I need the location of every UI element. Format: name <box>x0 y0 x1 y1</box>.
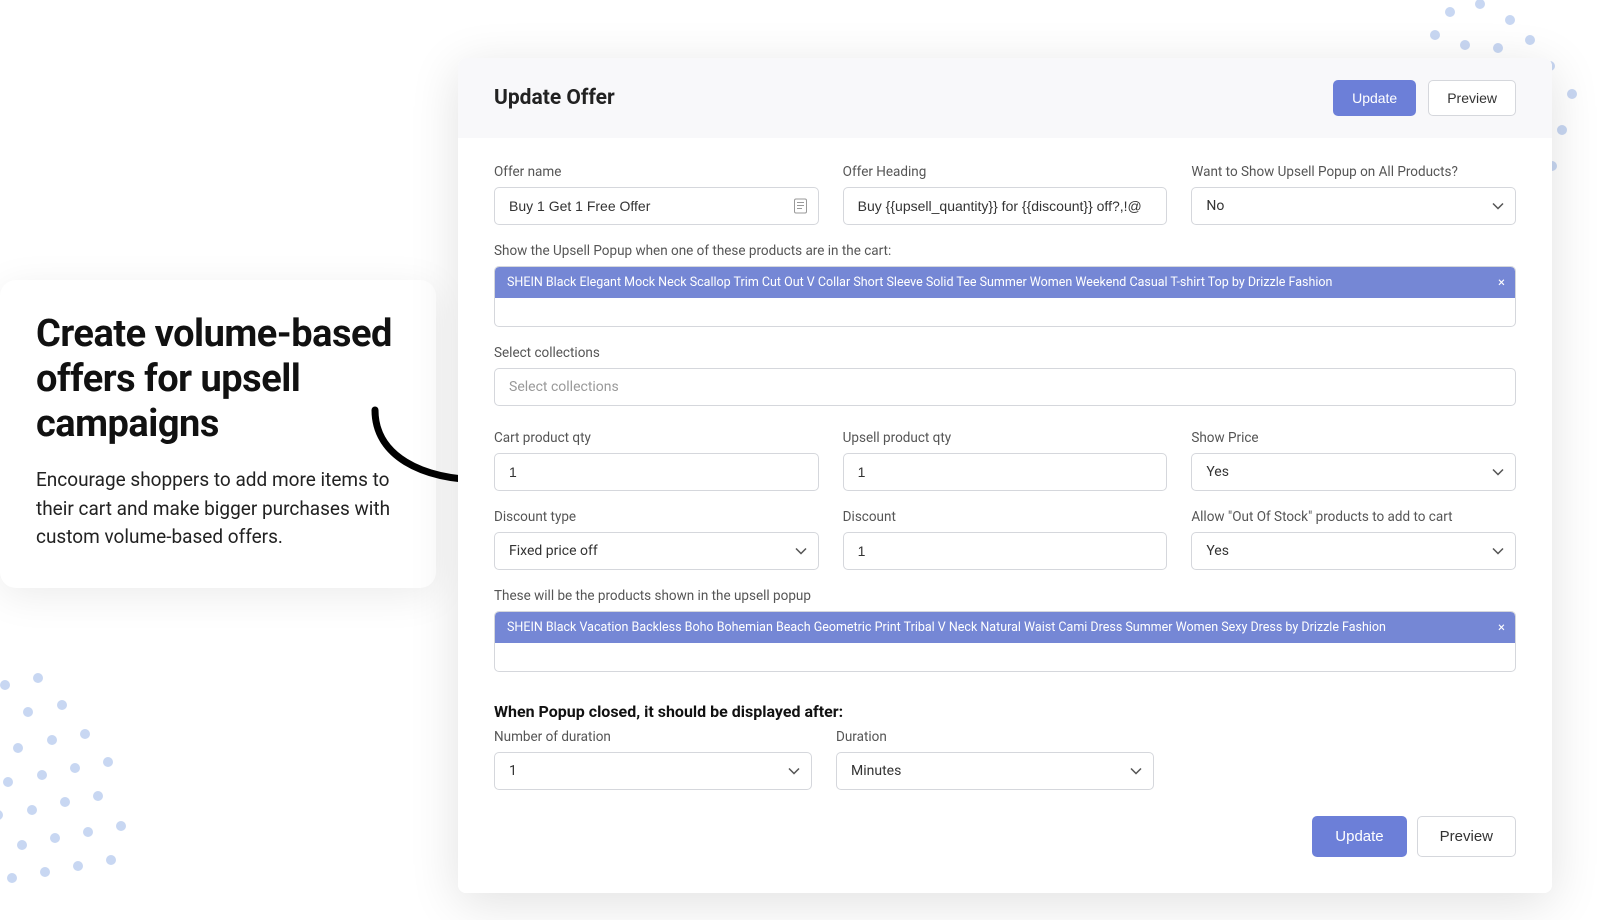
offer-name-input[interactable] <box>494 187 819 225</box>
duration-select[interactable]: Minutes <box>836 752 1154 790</box>
trigger-products-field[interactable]: SHEIN Black Elegant Mock Neck Scallop Tr… <box>494 266 1516 327</box>
close-icon[interactable]: × <box>1498 275 1505 290</box>
allow-oos-select[interactable]: Yes <box>1191 532 1516 570</box>
show-all-select[interactable]: No <box>1191 187 1516 225</box>
product-tag-input-area[interactable] <box>495 298 1515 326</box>
trigger-products-label: Show the Upsell Popup when one of these … <box>494 243 1516 259</box>
upsell-products-field[interactable]: SHEIN Black Vacation Backless Boho Bohem… <box>494 611 1516 672</box>
product-tag: SHEIN Black Vacation Backless Boho Bohem… <box>495 612 1515 643</box>
product-tag-label: SHEIN Black Vacation Backless Boho Bohem… <box>507 620 1386 635</box>
discount-input[interactable] <box>843 532 1168 570</box>
update-button[interactable]: Update <box>1333 80 1416 116</box>
show-price-label: Show Price <box>1191 430 1516 446</box>
form-icon <box>794 199 807 214</box>
preview-button[interactable]: Preview <box>1417 816 1516 857</box>
close-icon[interactable]: × <box>1498 620 1505 635</box>
page-title: Update Offer <box>494 86 615 110</box>
product-tag-label: SHEIN Black Elegant Mock Neck Scallop Tr… <box>507 275 1332 290</box>
update-button[interactable]: Update <box>1312 816 1406 857</box>
show-all-label: Want to Show Upsell Popup on All Product… <box>1191 164 1516 180</box>
duration-label: Duration <box>836 729 1154 745</box>
promo-title: Create volume-based offers for upsell ca… <box>36 312 400 446</box>
discount-type-select[interactable]: Fixed price off <box>494 532 819 570</box>
product-tag: SHEIN Black Elegant Mock Neck Scallop Tr… <box>495 267 1515 298</box>
discount-type-label: Discount type <box>494 509 819 525</box>
number-duration-select[interactable]: 1 <box>494 752 812 790</box>
popup-closed-heading: When Popup closed, it should be displaye… <box>494 702 1516 721</box>
app-window: Update Offer Update Preview Offer name O… <box>458 58 1552 893</box>
offer-heading-label: Offer Heading <box>843 164 1168 180</box>
upsell-qty-input[interactable] <box>843 453 1168 491</box>
select-collections-input[interactable]: Select collections <box>494 368 1516 406</box>
number-duration-label: Number of duration <box>494 729 812 745</box>
preview-button[interactable]: Preview <box>1428 80 1516 116</box>
promo-card: Create volume-based offers for upsell ca… <box>0 280 436 588</box>
show-price-select[interactable]: Yes <box>1191 453 1516 491</box>
cart-qty-label: Cart product qty <box>494 430 819 446</box>
decorative-dots-bottom <box>0 640 200 920</box>
form-body: Offer name Offer Heading Want to Show Up… <box>458 138 1552 893</box>
upsell-products-label: These will be the products shown in the … <box>494 588 1516 604</box>
cart-qty-input[interactable] <box>494 453 819 491</box>
allow-oos-label: Allow "Out Of Stock" products to add to … <box>1191 509 1516 525</box>
offer-name-label: Offer name <box>494 164 819 180</box>
header-actions: Update Preview <box>1325 80 1516 116</box>
upsell-qty-label: Upsell product qty <box>843 430 1168 446</box>
app-header: Update Offer Update Preview <box>458 58 1552 138</box>
discount-label: Discount <box>843 509 1168 525</box>
promo-body: Encourage shoppers to add more items to … <box>36 466 400 552</box>
footer-actions: Update Preview <box>494 816 1516 857</box>
select-collections-label: Select collections <box>494 345 1516 361</box>
product-tag-input-area[interactable] <box>495 643 1515 671</box>
offer-heading-input[interactable] <box>843 187 1168 225</box>
